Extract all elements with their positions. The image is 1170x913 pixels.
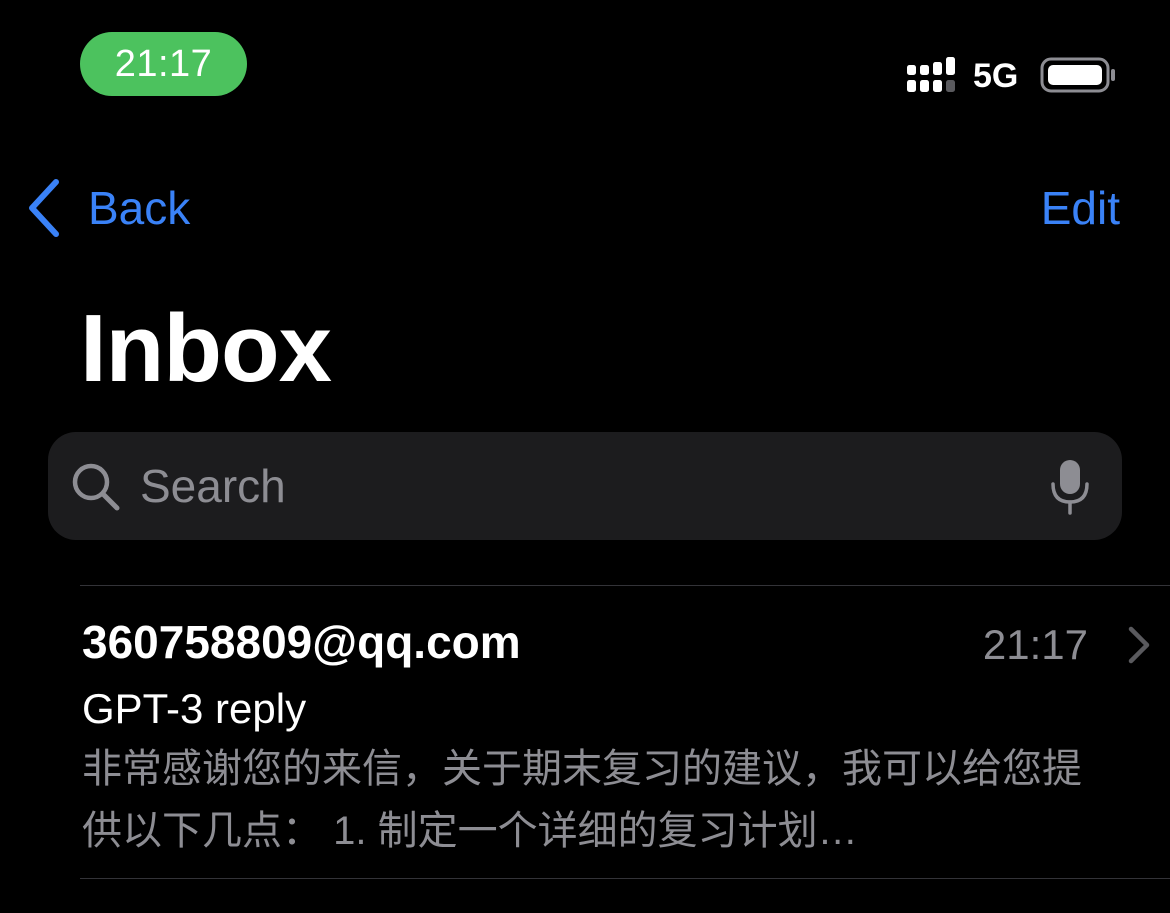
message-subject: GPT-3 reply [82, 685, 307, 732]
battery-icon [1040, 57, 1115, 93]
back-button-label: Back [88, 182, 191, 234]
microphone-icon[interactable] [1048, 458, 1092, 516]
signal-icon [907, 57, 955, 92]
message-preview: 非常感谢您的来信，关于期末复习的建议，我可以给您提供以下几点： 1. 制定一个详… [82, 747, 1082, 853]
edit-button[interactable]: Edit [1041, 176, 1120, 240]
message-time: 21:17 [982, 621, 1088, 668]
chevron-left-icon [29, 179, 59, 237]
search-input[interactable] [140, 452, 1020, 520]
message-sender: 360758809@qq.com [82, 616, 521, 668]
status-time: 21:17 [114, 42, 213, 85]
page-title: Inbox [80, 295, 332, 402]
network-type-label: 5G [973, 57, 1019, 95]
search-bar[interactable] [48, 432, 1122, 540]
message-row[interactable]: 360758809@qq.com 21:17 GPT-3 reply 非常感谢您… [80, 586, 1170, 878]
search-icon [72, 463, 120, 511]
status-time-pill[interactable]: 21:17 [80, 32, 247, 96]
mail-inbox-screen: 21:17 5G Back Edit Inbox Search 36075880… [0, 0, 1170, 913]
chevron-right-icon [1128, 626, 1150, 664]
back-button[interactable]: Back [24, 176, 190, 240]
list-divider-bottom [80, 878, 1170, 879]
